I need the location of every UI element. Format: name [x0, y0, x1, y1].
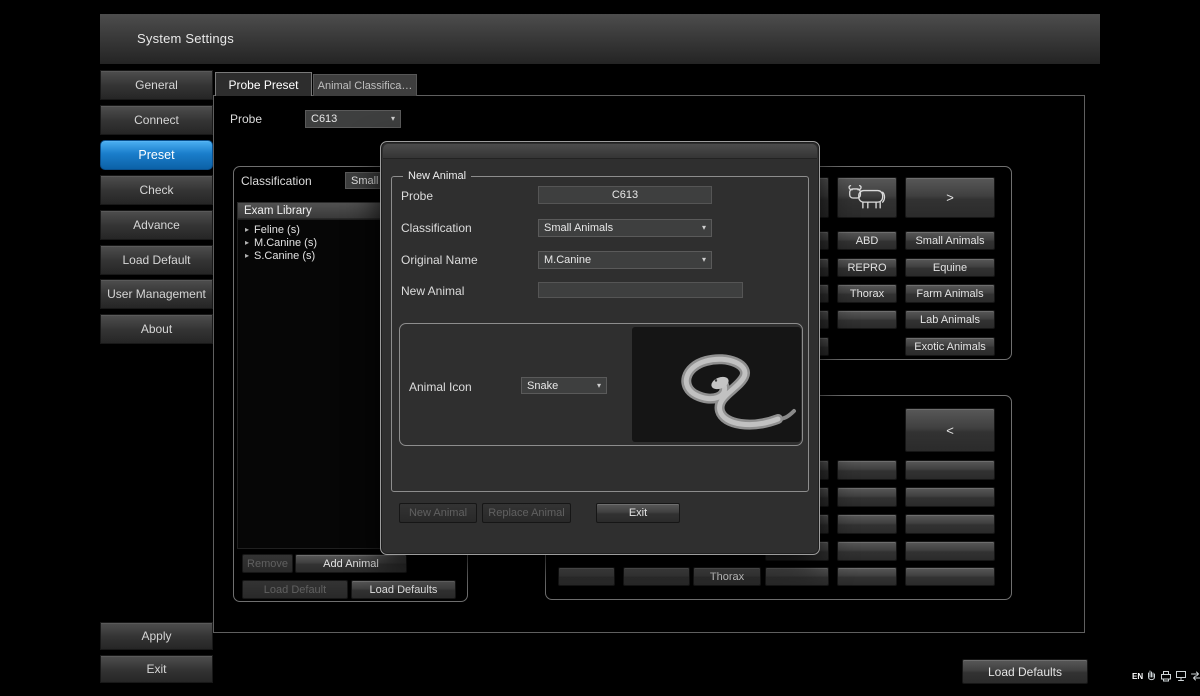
dialog-classification-label: Classification: [401, 221, 472, 235]
original-name-label: Original Name: [401, 253, 478, 267]
probe-select-value: C613: [311, 113, 337, 125]
sidebar-item-check[interactable]: Check: [100, 175, 213, 205]
chevron-down-icon: ▾: [702, 256, 706, 264]
exam-slot-button[interactable]: [623, 567, 690, 586]
exam-button-repro[interactable]: REPRO: [837, 258, 897, 277]
add-animal-button[interactable]: Add Animal: [295, 554, 407, 573]
chevron-down-icon: ▾: [391, 115, 395, 123]
remove-button[interactable]: Remove: [242, 554, 293, 573]
original-name-value: M.Canine: [544, 254, 591, 266]
tree-item-label: Feline (s): [254, 224, 300, 236]
exam-slot-button[interactable]: [837, 567, 897, 586]
exam-slot-button[interactable]: [765, 567, 829, 586]
dialog-new-animal-button[interactable]: New Animal: [399, 503, 477, 523]
chevron-down-icon: ▾: [702, 224, 706, 232]
move-left-button[interactable]: <: [905, 408, 995, 452]
footer-load-defaults-button[interactable]: Load Defaults: [962, 659, 1088, 684]
sidebar-item-load-default[interactable]: Load Default: [100, 245, 213, 275]
probe-select[interactable]: C613 ▾: [305, 110, 401, 128]
classification-label: Classification: [241, 174, 312, 188]
sidebar-item-preset[interactable]: Preset: [100, 140, 213, 170]
status-indicators: EN: [1132, 670, 1200, 682]
exam-slot-button[interactable]: [905, 460, 995, 480]
sidebar-exit-button[interactable]: Exit: [100, 655, 213, 683]
load-default-button[interactable]: Load Default: [242, 580, 348, 599]
language-indicator: EN: [1132, 672, 1143, 681]
load-defaults-button[interactable]: Load Defaults: [351, 580, 456, 599]
hand-icon: [1146, 670, 1157, 682]
animal-icon-select[interactable]: Snake ▾: [521, 377, 607, 394]
tree-expand-icon[interactable]: ▸: [245, 238, 249, 247]
exam-button-farm-animals[interactable]: Farm Animals: [905, 284, 995, 303]
dialog-exit-button[interactable]: Exit: [596, 503, 680, 523]
animal-icon-value: Snake: [527, 380, 558, 392]
snake-image: [632, 327, 801, 442]
tree-expand-icon[interactable]: ▸: [245, 225, 249, 234]
exam-button-thorax-available[interactable]: Thorax: [693, 567, 761, 586]
group-title: New Animal: [403, 170, 471, 182]
screen: System Settings General Connect Preset C…: [0, 0, 1200, 696]
exam-slot-button[interactable]: [837, 487, 897, 507]
exam-slot-button[interactable]: [558, 567, 615, 586]
new-animal-input[interactable]: [538, 282, 743, 298]
tree-item-label: M.Canine (s): [254, 237, 317, 249]
exam-slot-button[interactable]: [837, 310, 897, 329]
probe-label: Probe: [230, 112, 262, 126]
move-right-button[interactable]: >: [905, 177, 995, 218]
printer-icon: [1160, 670, 1172, 682]
window-title: System Settings: [137, 31, 234, 46]
tab-probe-preset[interactable]: Probe Preset: [215, 72, 312, 96]
cow-icon: [845, 184, 889, 212]
exam-button-lab-animals[interactable]: Lab Animals: [905, 310, 995, 329]
dialog-titlebar: [383, 144, 817, 159]
exam-button-exotic-animals[interactable]: Exotic Animals: [905, 337, 995, 356]
exam-button-thorax[interactable]: Thorax: [837, 284, 897, 303]
animal-preview: [632, 327, 801, 442]
animal-icon-label: Animal Icon: [409, 380, 472, 394]
dialog-probe-label: Probe: [401, 189, 433, 203]
tab-animal-classification[interactable]: Animal Classifica…: [313, 74, 417, 96]
exam-slot-button[interactable]: [837, 460, 897, 480]
exam-slot-button[interactable]: [905, 514, 995, 534]
exam-slot-button[interactable]: [905, 541, 995, 561]
exam-slot-button[interactable]: [837, 541, 897, 561]
tree-item-label: S.Canine (s): [254, 250, 315, 262]
original-name-select[interactable]: M.Canine ▾: [538, 251, 712, 269]
titlebar: System Settings: [100, 14, 1100, 64]
exam-button-equine[interactable]: Equine: [905, 258, 995, 277]
tree-expand-icon[interactable]: ▸: [245, 251, 249, 260]
exam-button-abd[interactable]: ABD: [837, 231, 897, 250]
dialog-classification-value: Small Animals: [544, 222, 613, 234]
exam-button-small-animals[interactable]: Small Animals: [905, 231, 995, 250]
dialog-classification-select[interactable]: Small Animals ▾: [538, 219, 712, 237]
sidebar-item-connect[interactable]: Connect: [100, 105, 213, 135]
dialog-probe-value: C613: [538, 186, 712, 204]
exam-slot-button[interactable]: [905, 487, 995, 507]
dialog-replace-animal-button[interactable]: Replace Animal: [482, 503, 571, 523]
cow-icon-tile[interactable]: [837, 177, 897, 218]
sidebar-item-user-management[interactable]: User Management: [100, 279, 213, 309]
exam-slot-button[interactable]: [837, 514, 897, 534]
new-animal-label: New Animal: [401, 284, 464, 298]
new-animal-dialog: New Animal Probe C613 Classification Sma…: [380, 141, 820, 555]
sidebar-item-general[interactable]: General: [100, 70, 213, 100]
chevron-down-icon: ▾: [597, 382, 601, 390]
network-icon: [1175, 670, 1187, 682]
apply-button[interactable]: Apply: [100, 622, 213, 650]
sidebar-item-about[interactable]: About: [100, 314, 213, 344]
transfer-icon: [1190, 670, 1200, 682]
exam-slot-button[interactable]: [905, 567, 995, 586]
sidebar-item-advance[interactable]: Advance: [100, 210, 213, 240]
